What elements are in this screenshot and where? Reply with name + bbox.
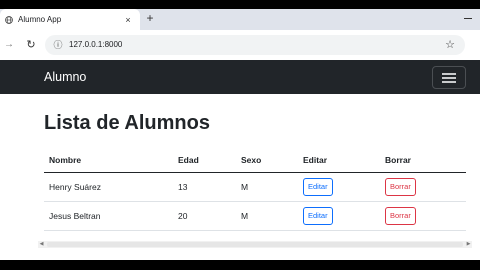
delete-button[interactable]: Borrar [385, 207, 416, 225]
column-header-editar: Editar [303, 155, 328, 165]
table-row: Jesus Beltran 20 M Editar Borrar [44, 202, 466, 231]
reload-icon[interactable]: ↻ [24, 38, 38, 52]
column-header-borrar: Borrar [385, 155, 411, 165]
globe-icon [5, 15, 13, 24]
browser-tab-strip: Alumno App × + [0, 9, 480, 30]
student-sex: M [241, 182, 249, 192]
scroll-right-icon[interactable]: ▶ [465, 241, 472, 248]
page-content: Alumno Lista de Alumnos Nombre Edad Sexo… [0, 60, 480, 260]
back-arrow-icon[interactable]: → [3, 39, 15, 51]
table-header: Nombre Edad Sexo Editar Borrar [44, 150, 466, 173]
column-header-nombre: Nombre [49, 155, 82, 165]
page-title: Lista de Alumnos [44, 112, 210, 134]
student-age: 13 [178, 182, 188, 192]
table-row: Henry Suárez 13 M Editar Borrar [44, 173, 466, 202]
close-icon[interactable]: × [122, 14, 134, 26]
top-letterbox [0, 0, 480, 9]
plus-icon[interactable]: + [143, 12, 157, 26]
url-text[interactable]: 127.0.0.1:8000 [69, 35, 122, 55]
edit-button[interactable]: Editar [303, 178, 333, 196]
scroll-left-icon[interactable]: ◀ [38, 241, 45, 248]
navbar: Alumno [0, 60, 480, 94]
address-bar[interactable]: ⓘ 127.0.0.1:8000 ☆ [45, 35, 465, 55]
browser-tab-alumno-app[interactable]: Alumno App × [0, 9, 140, 30]
star-icon[interactable]: ☆ [443, 38, 457, 52]
navbar-brand[interactable]: Alumno [44, 60, 86, 94]
delete-button[interactable]: Borrar [385, 178, 416, 196]
edit-button[interactable]: Editar [303, 207, 333, 225]
student-name: Jesus Beltran [49, 211, 101, 221]
student-age: 20 [178, 211, 188, 221]
horizontal-scrollbar[interactable]: ◀ ▶ [38, 241, 472, 248]
students-table: Nombre Edad Sexo Editar Borrar Henry Suá… [44, 150, 466, 231]
navbar-toggler-button[interactable] [432, 66, 466, 89]
column-header-edad: Edad [178, 155, 199, 165]
column-header-sexo: Sexo [241, 155, 262, 165]
tab-title: Alumno App [18, 15, 62, 24]
bottom-letterbox [0, 260, 480, 270]
scrollbar-thumb[interactable] [47, 242, 463, 247]
minimize-icon[interactable] [462, 14, 474, 22]
student-name: Henry Suárez [49, 182, 101, 192]
browser-toolbar: → ↻ ⓘ 127.0.0.1:8000 ☆ [0, 30, 480, 60]
student-sex: M [241, 211, 249, 221]
hamburger-menu-icon [442, 73, 456, 83]
site-info-icon[interactable]: ⓘ [52, 39, 64, 51]
